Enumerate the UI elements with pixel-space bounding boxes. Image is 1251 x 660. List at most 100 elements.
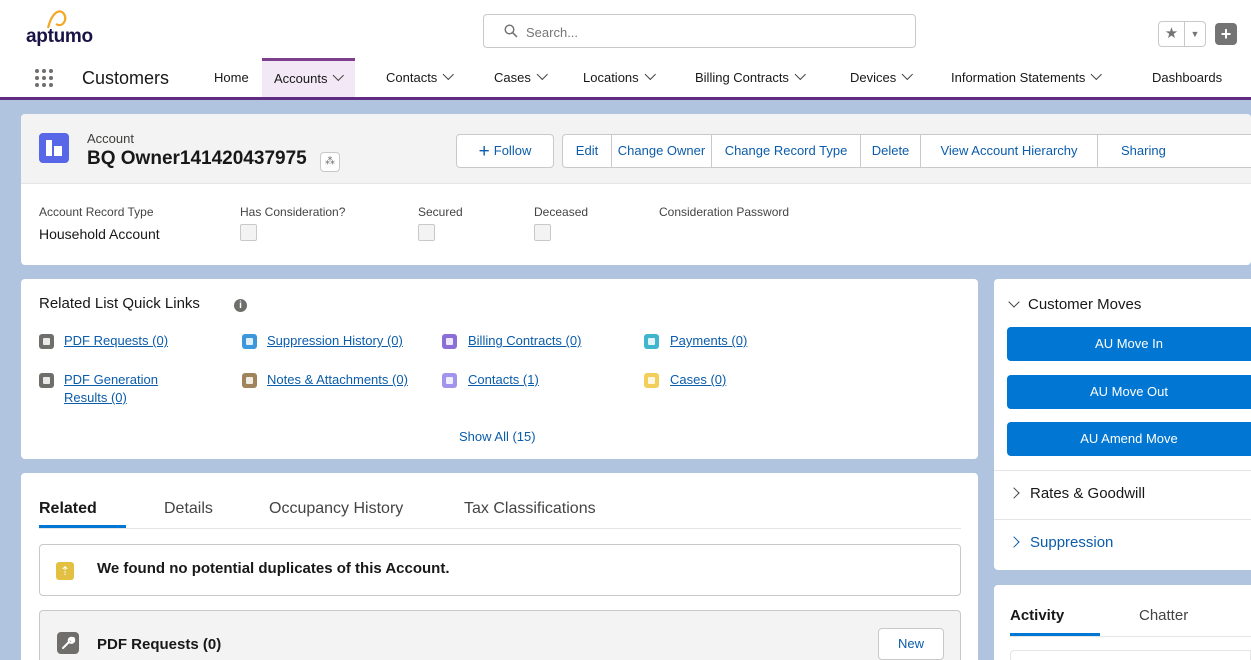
notes-icon — [242, 373, 257, 388]
chevron-down-icon — [1008, 296, 1020, 308]
logo-text: aptumo — [26, 26, 93, 47]
nav-item-contacts[interactable]: Contacts — [386, 58, 455, 97]
wrench-icon — [39, 373, 54, 388]
star-icon[interactable]: ★ — [1159, 22, 1185, 46]
edit-button[interactable]: Edit — [562, 134, 612, 168]
object-label: Account — [87, 131, 134, 146]
activity-composer — [1010, 650, 1251, 660]
customer-moves-panel: Customer Moves AU Move In AU Move Out AU… — [994, 279, 1251, 570]
hierarchy-icon[interactable]: ⁂ — [320, 152, 340, 172]
tab-occupancy-history[interactable]: Occupancy History — [269, 500, 403, 518]
app-launcher-icon[interactable] — [35, 69, 57, 89]
record-tabs-card: Related Details Occupancy History Tax Cl… — [21, 473, 978, 660]
nav-item-information-statements[interactable]: Information Statements — [951, 58, 1103, 97]
duplicate-rule-icon: ⇡ — [56, 562, 74, 580]
show-all-link[interactable]: Show All (15) — [459, 429, 536, 444]
account-icon — [39, 133, 69, 163]
record-header: Account BQ Owner141420437975 ⁂ + Follow E… — [21, 114, 1251, 265]
search-icon — [504, 24, 518, 38]
nav-item-cases[interactable]: Cases — [494, 58, 548, 97]
nav-item-accounts[interactable]: Accounts — [262, 58, 356, 97]
info-icon[interactable]: i — [234, 299, 247, 312]
chevron-right-icon — [1008, 487, 1020, 499]
record-highlights: Account BQ Owner141420437975 ⁂ + Follow E… — [21, 114, 1251, 184]
related-list-quick-links: Related List Quick Links i PDF Requests … — [21, 279, 978, 459]
change-record-type-button[interactable]: Change Record Type — [711, 134, 861, 168]
au-amend-move-button[interactable]: AU Amend Move — [1007, 422, 1251, 456]
new-button[interactable]: New — [878, 628, 944, 660]
quick-link-pdf-generation-results[interactable]: PDF Generation Results (0) — [64, 371, 158, 407]
quick-link-cases[interactable]: Cases (0) — [670, 371, 726, 389]
duplicates-message: We found no potential duplicates of this… — [97, 560, 450, 577]
chevron-down-icon[interactable] — [333, 69, 345, 82]
global-header: aptumo ★ ▼ + — [0, 0, 1251, 58]
au-move-out-button[interactable]: AU Move Out — [1007, 375, 1251, 409]
wrench-icon — [39, 334, 54, 349]
billing-contracts-icon — [442, 334, 457, 349]
nav-item-locations[interactable]: Locations — [583, 58, 656, 97]
quick-link-payments[interactable]: Payments (0) — [670, 332, 747, 350]
nav-item-devices[interactable]: Devices — [850, 58, 914, 97]
tab-chatter[interactable]: Chatter — [1139, 607, 1188, 624]
suppression-history-icon — [242, 334, 257, 349]
customer-moves-header[interactable]: Customer Moves — [1008, 296, 1141, 313]
section-divider — [994, 519, 1251, 520]
global-search[interactable] — [483, 14, 916, 48]
chevron-down-icon[interactable] — [644, 68, 656, 81]
quick-link-billing-contracts[interactable]: Billing Contracts (0) — [468, 332, 581, 350]
chevron-down-icon[interactable] — [442, 68, 455, 81]
global-actions-plus-icon[interactable]: + — [1215, 23, 1237, 45]
cases-icon — [644, 373, 659, 388]
tab-related[interactable]: Related — [39, 500, 97, 518]
aptumo-logo[interactable]: aptumo — [26, 10, 106, 50]
tab-details[interactable]: Details — [164, 500, 213, 518]
suppression-header[interactable]: Suppression — [1008, 534, 1113, 551]
quick-link-notes-attachments[interactable]: Notes & Attachments (0) — [267, 371, 408, 389]
tab-activity[interactable]: Activity — [1010, 607, 1064, 624]
rates-goodwill-header[interactable]: Rates & Goodwill — [1008, 485, 1145, 502]
deceased-checkbox — [534, 224, 551, 241]
nav-item-home[interactable]: Home — [214, 58, 249, 97]
account-record-type-value: Household Account — [39, 226, 160, 242]
section-divider — [994, 470, 1251, 471]
record-fields: Account Record Type Household Account Ha… — [21, 184, 1251, 265]
tab-divider — [39, 528, 961, 529]
pdf-requests-related-list: PDF Requests (0) New — [39, 610, 961, 660]
view-account-hierarchy-button[interactable]: View Account Hierarchy — [920, 134, 1098, 168]
favorites-group: ★ ▼ — [1158, 21, 1206, 47]
search-input[interactable] — [526, 23, 886, 41]
app-name: Customers — [82, 68, 170, 88]
au-move-in-button[interactable]: AU Move In — [1007, 327, 1251, 361]
follow-button[interactable]: + Follow — [456, 134, 554, 168]
secured-checkbox — [418, 224, 435, 241]
tab-divider — [1010, 636, 1251, 637]
delete-button[interactable]: Delete — [860, 134, 921, 168]
tab-tax-classifications[interactable]: Tax Classifications — [464, 500, 596, 518]
plus-icon: + — [478, 141, 490, 162]
app-navigation-bar: Customers Home Accounts Contacts Cases L… — [0, 58, 1251, 100]
nav-item-dashboards[interactable]: Dashboards — [1152, 58, 1222, 97]
activity-card: Activity Chatter — [994, 585, 1251, 660]
account-record-type-label: Account Record Type — [39, 205, 154, 219]
chevron-down-icon[interactable] — [536, 68, 548, 81]
has-consideration-label: Has Consideration? — [240, 205, 346, 219]
sharing-button[interactable]: Sharing — [1097, 134, 1251, 168]
quick-link-contacts[interactable]: Contacts (1) — [468, 371, 539, 389]
nav-item-billing-contracts[interactable]: Billing Contracts — [695, 58, 806, 97]
deceased-label: Deceased — [534, 205, 589, 219]
payments-icon — [644, 334, 659, 349]
has-consideration-checkbox — [240, 224, 257, 241]
change-owner-button[interactable]: Change Owner — [611, 134, 712, 168]
duplicates-notice: ⇡ We found no potential duplicates of th… — [39, 544, 961, 596]
chevron-down-icon[interactable] — [1091, 68, 1103, 81]
quick-link-pdf-requests[interactable]: PDF Requests (0) — [64, 332, 168, 350]
record-title: BQ Owner141420437975 — [87, 148, 307, 169]
secured-label: Secured — [418, 205, 463, 219]
contacts-icon — [442, 373, 457, 388]
consideration-password-label: Consideration Password — [659, 205, 790, 219]
chevron-down-icon[interactable] — [794, 68, 806, 81]
chevron-down-icon[interactable] — [901, 68, 914, 81]
caret-down-icon[interactable]: ▼ — [1185, 22, 1205, 46]
quick-link-suppression-history[interactable]: Suppression History (0) — [267, 332, 403, 350]
quick-links-title: Related List Quick Links — [39, 295, 200, 312]
